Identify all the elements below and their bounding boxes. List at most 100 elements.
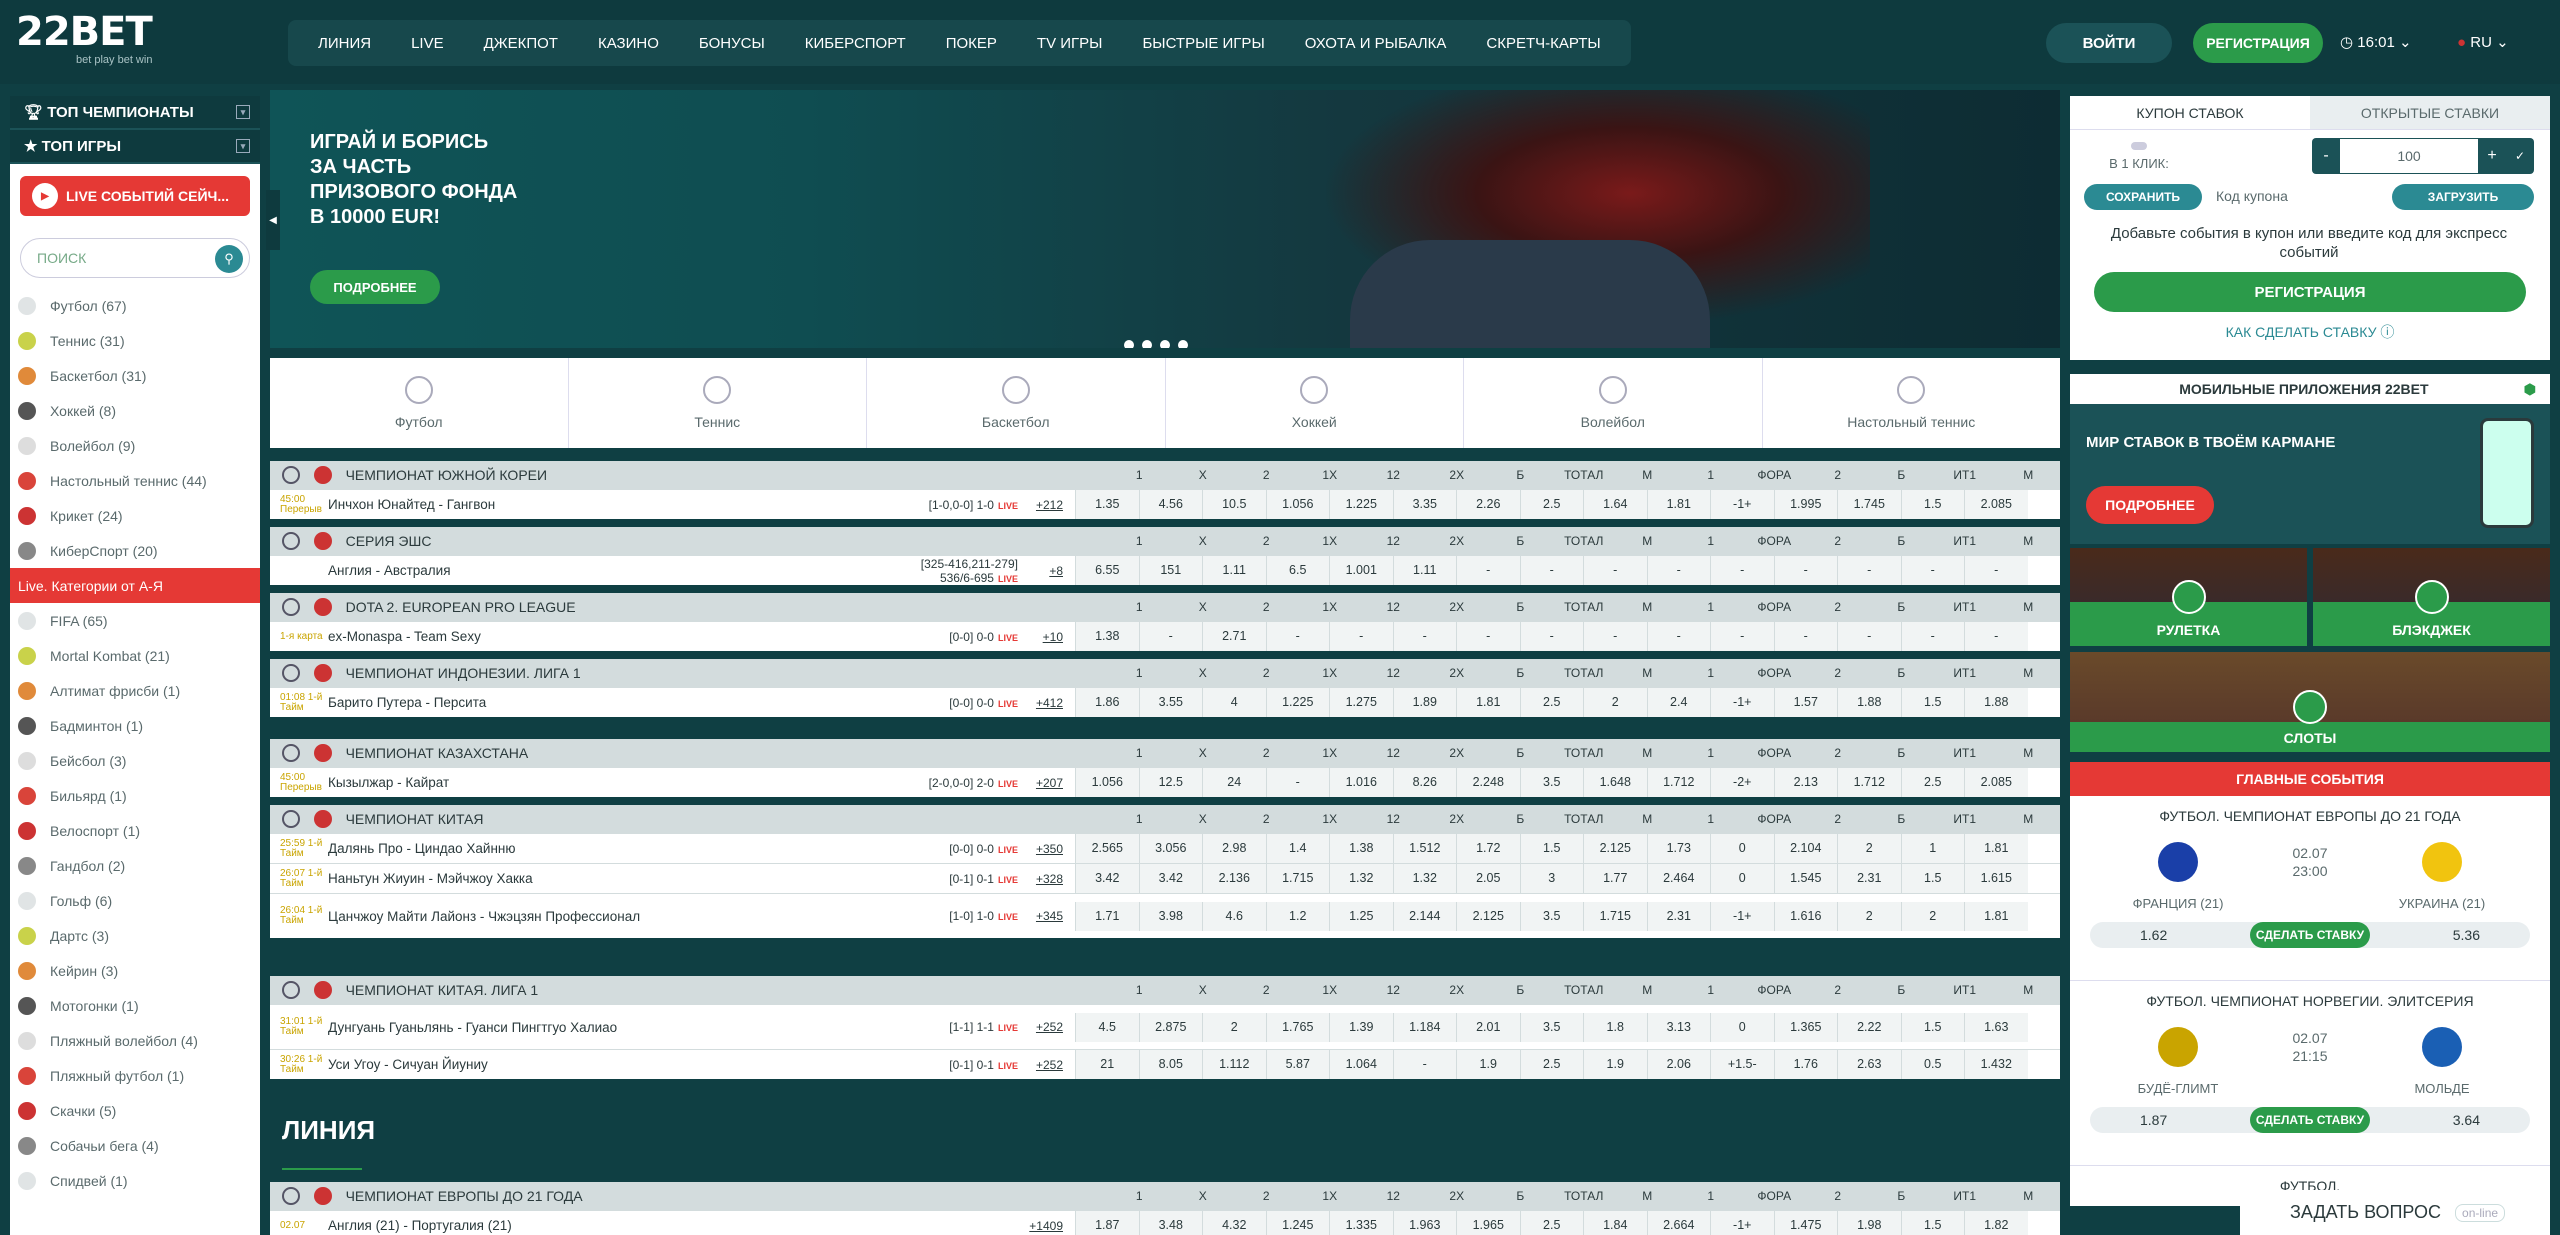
slots-tile[interactable]: СЛОТЫ [2070, 652, 2550, 752]
odds-cell[interactable]: 2.63 [1837, 1050, 1901, 1079]
sport-item[interactable]: Настольный теннис (44) [10, 463, 260, 498]
odds-cell[interactable]: 1.4 [1265, 834, 1329, 863]
sport-item[interactable]: Дартс (3) [10, 918, 260, 953]
odds-cell[interactable]: 3.056 [1138, 834, 1202, 863]
sport-item[interactable]: FIFA (65) [10, 603, 260, 638]
odds-cell[interactable]: 1.32 [1392, 864, 1456, 893]
sport-item[interactable]: Велоспорт (1) [10, 813, 260, 848]
language-select[interactable]: ● RU ⌄ [2457, 33, 2509, 51]
sport-search[interactable]: ПОИСК ⚲ [20, 238, 250, 278]
odds-cell[interactable]: 1.98 [1837, 1211, 1901, 1235]
odds-cell[interactable]: 1.615 [1964, 864, 2028, 893]
load-button[interactable]: ЗАГРУЗИТЬ [2392, 184, 2534, 210]
nav-jackpot[interactable]: ДЖЕКПОТ [464, 35, 578, 52]
more-markets-link[interactable]: +212 [1018, 498, 1063, 512]
nav-tv-games[interactable]: TV ИГРЫ [1017, 35, 1123, 52]
more-markets-link[interactable]: +8 [1018, 564, 1063, 578]
odds-cell[interactable]: 1.616 [1773, 901, 1837, 931]
odds-cell[interactable]: 2.98 [1202, 834, 1266, 863]
odds-cell[interactable]: 1.225 [1265, 688, 1329, 717]
sport-item[interactable]: Собачьи бега (4) [10, 1128, 260, 1163]
sport-tab-volleyball[interactable]: Волейбол [1464, 358, 1763, 448]
place-bet-button[interactable]: СДЕЛАТЬ СТАВКУ [2250, 1107, 2370, 1133]
top-championships[interactable]: 🏆︎ ТОП ЧЕМПИОНАТЫ ▾ [10, 96, 260, 130]
odds-cell[interactable]: 1.25 [1329, 901, 1393, 931]
event-teams[interactable]: Инчхон Юнайтед - Гангвон [328, 497, 908, 512]
top-games[interactable]: ★ ТОП ИГРЫ ▾ [10, 130, 260, 164]
odds-cell[interactable]: - [1837, 622, 1901, 651]
odds-cell[interactable]: -2+ [1710, 768, 1774, 797]
odds-cell[interactable]: - [1646, 556, 1710, 585]
odds-cell[interactable]: 1.72 [1456, 834, 1520, 863]
odds-cell[interactable]: 2.13 [1773, 768, 1837, 797]
tab-coupon[interactable]: КУПОН СТАВОК [2070, 96, 2310, 129]
odds-cell[interactable]: - [1519, 622, 1583, 651]
nav-esports[interactable]: КИБЕРСПОРТ [785, 35, 926, 52]
odds-team1[interactable]: 1.87 [2140, 1112, 2167, 1128]
odds-cell[interactable]: 1.5 [1900, 864, 1964, 893]
sport-tab-hockey[interactable]: Хоккей [1166, 358, 1464, 448]
odds-cell[interactable]: 6.55 [1075, 556, 1139, 585]
odds-cell[interactable]: 2.664 [1646, 1211, 1710, 1235]
odds-cell[interactable]: - [1773, 556, 1837, 585]
ask-question-widget[interactable]: ЗАДАТЬ ВОПРОС on-line [2240, 1190, 2550, 1235]
odds-cell[interactable]: 3.5 [1519, 768, 1583, 797]
odds-cell[interactable]: 1.056 [1075, 768, 1139, 797]
odds-cell[interactable]: 2 [1583, 688, 1647, 717]
more-markets-link[interactable]: +345 [1018, 909, 1063, 923]
odds-cell[interactable]: 1.965 [1456, 1211, 1520, 1235]
odds-cell[interactable]: 1.38 [1329, 834, 1393, 863]
odds-cell[interactable]: 1.995 [1773, 490, 1837, 519]
league-header[interactable]: ЧЕМПИОНАТ КИТАЯ. ЛИГА 1 1 X 2 1X 12 2X Б ТОТАЛ М 1… [270, 976, 2060, 1004]
odds-cell[interactable]: 2.085 [1964, 768, 2028, 797]
odds-cell[interactable]: 10.5 [1202, 490, 1266, 519]
odds-cell[interactable]: +1.5- [1710, 1050, 1774, 1079]
sport-item[interactable]: Бейсбол (3) [10, 743, 260, 778]
league-header[interactable]: ЧЕМПИОНАТ ИНДОНЕЗИИ. ЛИГА 1 1 X 2 1X 12 2X Б ТОТ… [270, 659, 2060, 687]
odds-cell[interactable]: 4.5 [1075, 1012, 1139, 1042]
nav-bonuses[interactable]: БОНУСЫ [679, 35, 785, 52]
odds-cell[interactable]: 4.56 [1138, 490, 1202, 519]
odds-cell[interactable]: 1.71 [1075, 901, 1139, 931]
plus-button[interactable]: + [2478, 147, 2506, 165]
odds-cell[interactable]: - [1265, 622, 1329, 651]
odds-cell[interactable]: 2.125 [1456, 901, 1520, 931]
odds-cell[interactable]: 2.5 [1519, 1050, 1583, 1079]
odds-cell[interactable]: 4.6 [1202, 901, 1266, 931]
odds-cell[interactable]: 2.144 [1392, 901, 1456, 931]
odds-cell[interactable]: - [1583, 556, 1647, 585]
app-more-button[interactable]: ПОДРОБНЕЕ [2086, 486, 2214, 524]
odds-cell[interactable]: 1.745 [1837, 490, 1901, 519]
minus-button[interactable]: - [2312, 147, 2340, 165]
league-header[interactable]: ЧЕМПИОНАТ КИТАЯ 1 X 2 1X 12 2X Б ТОТАЛ М 1 ФОРА 2 Б ИТ… [270, 805, 2060, 833]
odds-cell[interactable]: 0.5 [1900, 1050, 1964, 1079]
blackjack-tile[interactable]: БЛЭКДЖЕК [2313, 548, 2550, 646]
toggle-switch[interactable] [2131, 142, 2147, 150]
more-markets-link[interactable]: +252 [1018, 1058, 1063, 1072]
odds-cell[interactable]: 3.35 [1392, 490, 1456, 519]
sport-item[interactable]: КиберСпорт (20) [10, 533, 260, 568]
odds-cell[interactable]: 1.475 [1773, 1211, 1837, 1235]
nav-casino[interactable]: КАЗИНО [578, 35, 679, 52]
odds-cell[interactable]: 2.464 [1646, 864, 1710, 893]
event-teams[interactable]: Кызылжар - Кайрат [328, 775, 908, 790]
sport-item[interactable]: Спидвей (1) [10, 1163, 260, 1198]
pagination-dot[interactable] [1142, 340, 1152, 348]
odds-cell[interactable]: 12.5 [1138, 768, 1202, 797]
odds-cell[interactable]: 2.31 [1646, 901, 1710, 931]
odds-cell[interactable]: 1.86 [1075, 688, 1139, 717]
odds-cell[interactable]: 4 [1202, 688, 1266, 717]
odds-cell[interactable]: 1.5 [1519, 834, 1583, 863]
sport-item[interactable]: Теннис (31) [10, 323, 260, 358]
banner-more-button[interactable]: ПОДРОБНЕЕ [310, 270, 440, 304]
event-teams[interactable]: Англия (21) - Португалия (21) [328, 1218, 908, 1233]
event-teams[interactable]: Наньтун Жиуин - Мэйчжоу Хакка [328, 871, 908, 886]
collapse-icon[interactable]: ▾ [236, 105, 250, 119]
odds-cell[interactable]: 1.82 [1964, 1211, 2028, 1235]
odds-cell[interactable]: 1.64 [1583, 490, 1647, 519]
odds-cell[interactable]: - [1392, 622, 1456, 651]
more-markets-link[interactable]: +350 [1018, 842, 1063, 856]
odds-cell[interactable]: 2 [1837, 834, 1901, 863]
sport-item[interactable]: Волейбол (9) [10, 428, 260, 463]
odds-cell[interactable]: 1.88 [1837, 688, 1901, 717]
